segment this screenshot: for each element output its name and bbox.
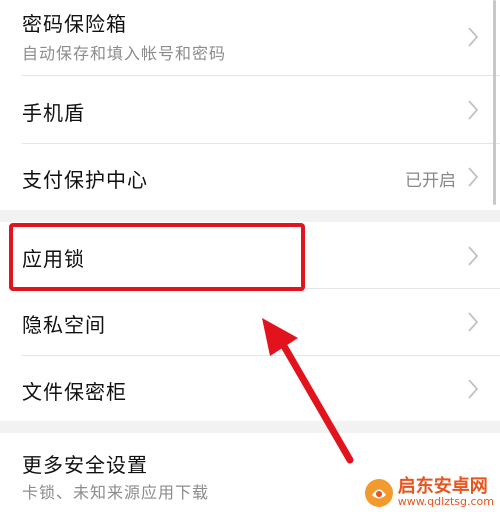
watermark-logo-icon xyxy=(364,478,393,507)
settings-item-title: 隐私空间 xyxy=(22,313,106,337)
settings-item-subtitle: 自动保存和填入帐号和密码 xyxy=(22,44,227,63)
settings-page: 密码保险箱 自动保存和填入帐号和密码 手机盾 支付保护中心 已开启 应用锁 隐私… xyxy=(0,0,500,512)
settings-item-title: 密码保险箱 xyxy=(22,12,127,36)
settings-item-subtitle: 卡锁、未知来源应用下载 xyxy=(22,483,210,502)
watermark-name: 启东安卓网 xyxy=(397,475,488,497)
highlight-box xyxy=(9,223,305,291)
scrollbar[interactable] xyxy=(493,0,496,205)
chevron-right-icon xyxy=(468,167,478,187)
settings-item-title: 支付保护中心 xyxy=(22,168,148,192)
watermark-url: www.qdlztsg.com xyxy=(397,495,494,509)
status-label: 已开启 xyxy=(405,171,456,191)
chevron-right-icon xyxy=(468,246,478,266)
settings-item-title: 更多安全设置 xyxy=(22,453,148,477)
chevron-right-icon xyxy=(468,312,478,332)
settings-item-phone-shield[interactable]: 手机盾 xyxy=(0,76,500,143)
chevron-right-icon xyxy=(468,100,478,120)
settings-item-password-vault[interactable]: 密码保险箱 自动保存和填入帐号和密码 xyxy=(0,0,500,75)
section-gap xyxy=(0,210,500,222)
settings-item-file-safe[interactable]: 文件保密柜 xyxy=(0,356,500,421)
settings-item-title: 文件保密柜 xyxy=(22,380,127,404)
chevron-right-icon xyxy=(468,27,478,47)
settings-item-private-space[interactable]: 隐私空间 xyxy=(0,289,500,355)
section-gap xyxy=(0,421,500,433)
watermark: 启东安卓网 www.qdlztsg.com xyxy=(364,475,494,509)
settings-item-title: 手机盾 xyxy=(22,101,85,125)
settings-item-payment-protection[interactable]: 支付保护中心 已开启 xyxy=(0,144,500,210)
chevron-right-icon xyxy=(468,379,478,399)
